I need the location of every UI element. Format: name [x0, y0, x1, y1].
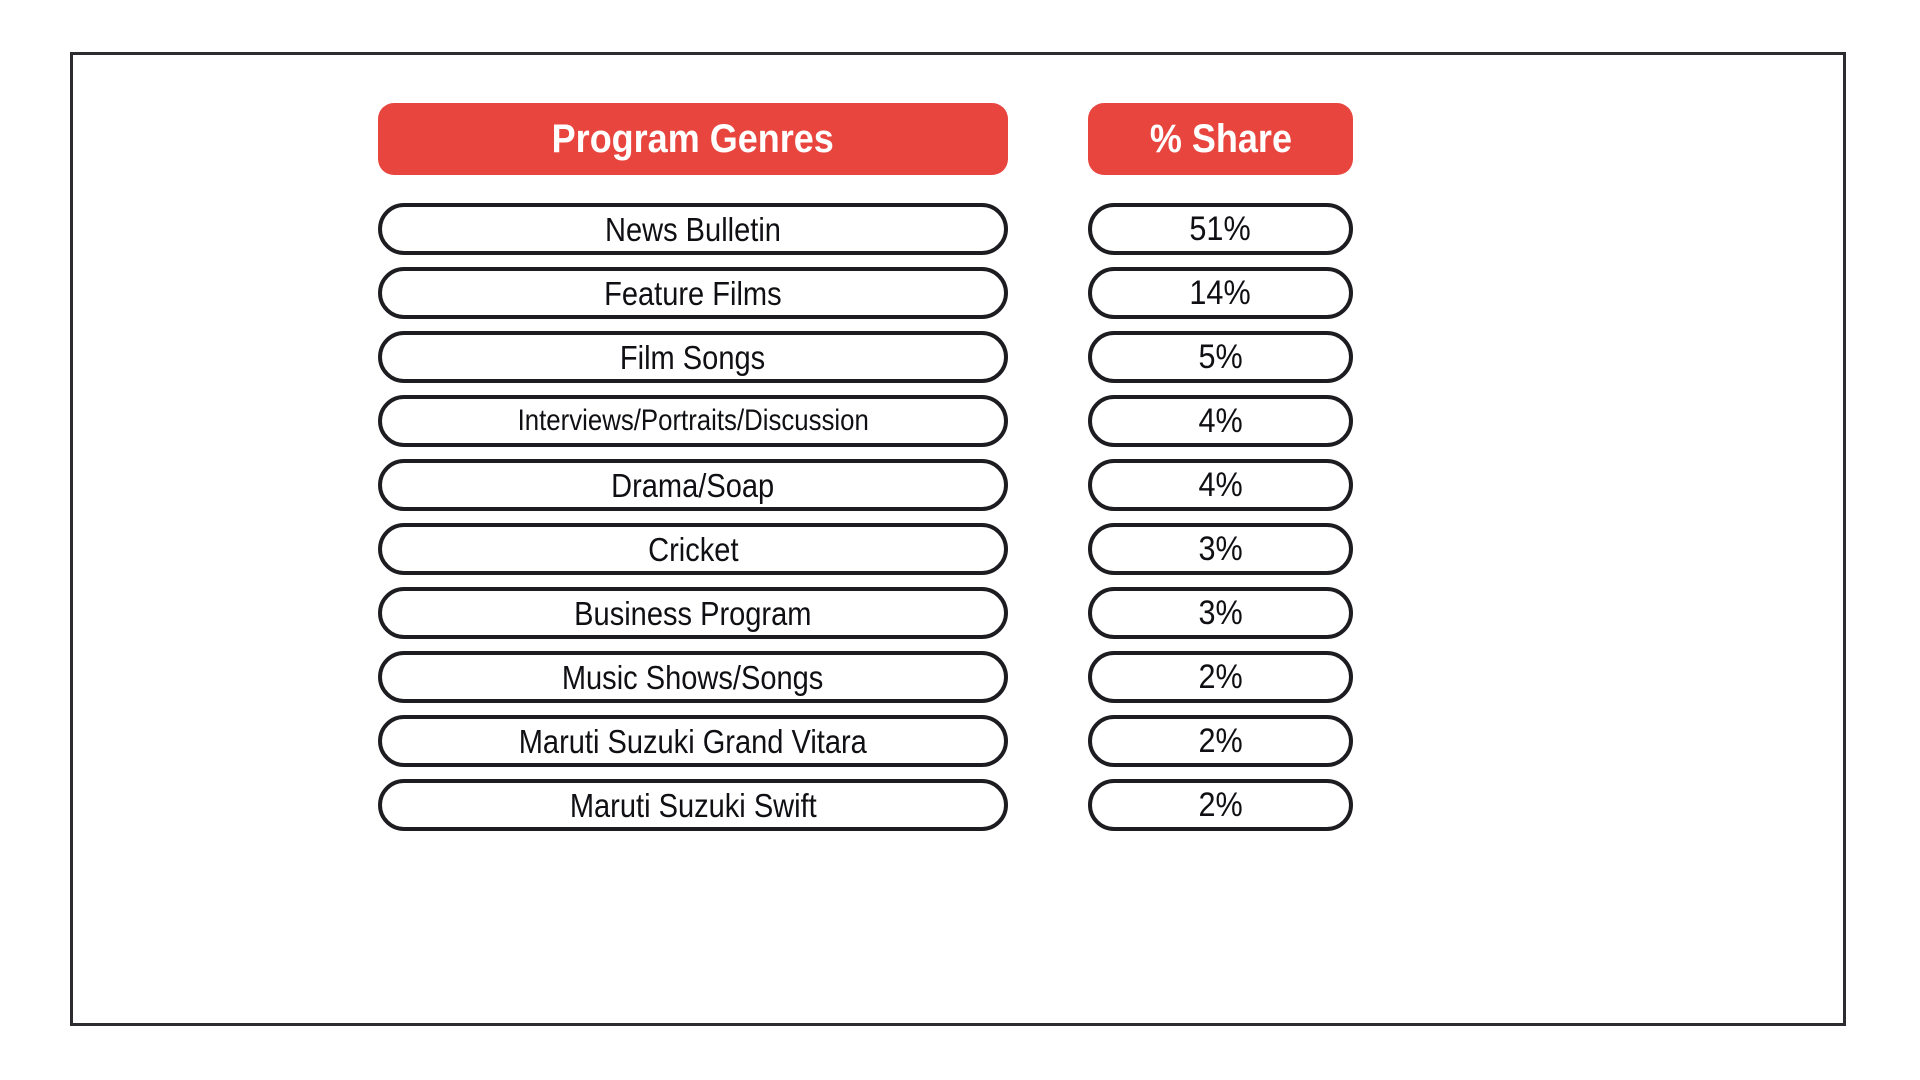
- genre-cell-label: Cricket: [647, 530, 739, 568]
- column-header-percent-share: % Share: [1088, 103, 1353, 175]
- share-cell: 4%: [1088, 459, 1353, 511]
- share-cell: 5%: [1088, 331, 1353, 383]
- genre-cell: Feature Films: [378, 267, 1008, 319]
- genre-share-table: Program Genres News Bulletin Feature Film…: [378, 103, 1353, 831]
- share-cell-label: 14%: [1189, 274, 1252, 312]
- column-program-genres: Program Genres News Bulletin Feature Film…: [378, 103, 1008, 831]
- column-header-program-genres-label: Program Genres: [551, 116, 835, 161]
- share-cell: 4%: [1088, 395, 1353, 447]
- genre-cell-label: Feature Films: [604, 274, 782, 312]
- share-cell: 2%: [1088, 779, 1353, 831]
- genre-cell-label: Maruti Suzuki Grand Vitara: [518, 722, 868, 760]
- genre-cell: Drama/Soap: [378, 459, 1008, 511]
- genre-cell-label: Drama/Soap: [611, 466, 775, 504]
- share-cell: 3%: [1088, 587, 1353, 639]
- column-header-percent-share-label: % Share: [1149, 116, 1292, 161]
- share-cell: 14%: [1088, 267, 1353, 319]
- genre-cell-label: Interviews/Portraits/Discussion: [517, 404, 869, 437]
- genre-cell: Maruti Suzuki Swift: [378, 779, 1008, 831]
- share-cell-label: 51%: [1189, 210, 1252, 248]
- genre-cell-list: News Bulletin Feature Films Film Songs Inte…: [378, 203, 1008, 831]
- genre-cell: Film Songs: [378, 331, 1008, 383]
- genre-cell: Cricket: [378, 523, 1008, 575]
- share-cell-list: 51% 14% 5% 4% 4% 3% 3% 2% 2% 2%: [1088, 203, 1353, 831]
- genre-cell-label: Business Program: [574, 594, 812, 632]
- share-cell-label: 3%: [1198, 594, 1243, 632]
- share-cell-label: 2%: [1198, 786, 1243, 824]
- genre-cell-label: Film Songs: [620, 338, 766, 376]
- genre-cell: Business Program: [378, 587, 1008, 639]
- share-cell: 2%: [1088, 651, 1353, 703]
- genre-cell: News Bulletin: [378, 203, 1008, 255]
- column-percent-share: % Share 51% 14% 5% 4% 4% 3% 3% 2% 2% 2%: [1088, 103, 1353, 831]
- genre-cell-label: Music Shows/Songs: [562, 658, 824, 696]
- share-cell: 2%: [1088, 715, 1353, 767]
- genre-cell: Music Shows/Songs: [378, 651, 1008, 703]
- share-cell: 51%: [1088, 203, 1353, 255]
- share-cell-label: 5%: [1198, 338, 1243, 376]
- genre-cell-label: News Bulletin: [605, 210, 781, 248]
- genre-cell: Maruti Suzuki Grand Vitara: [378, 715, 1008, 767]
- share-cell-label: 2%: [1198, 722, 1243, 760]
- share-cell-label: 3%: [1198, 530, 1243, 568]
- genre-cell: Interviews/Portraits/Discussion: [378, 395, 1008, 447]
- share-cell: 3%: [1088, 523, 1353, 575]
- share-cell-label: 4%: [1198, 466, 1243, 504]
- share-cell-label: 4%: [1198, 402, 1243, 440]
- column-header-program-genres: Program Genres: [378, 103, 1008, 175]
- genre-cell-label: Maruti Suzuki Swift: [569, 786, 817, 824]
- share-cell-label: 2%: [1198, 658, 1243, 696]
- content-frame: Program Genres News Bulletin Feature Film…: [70, 52, 1846, 1026]
